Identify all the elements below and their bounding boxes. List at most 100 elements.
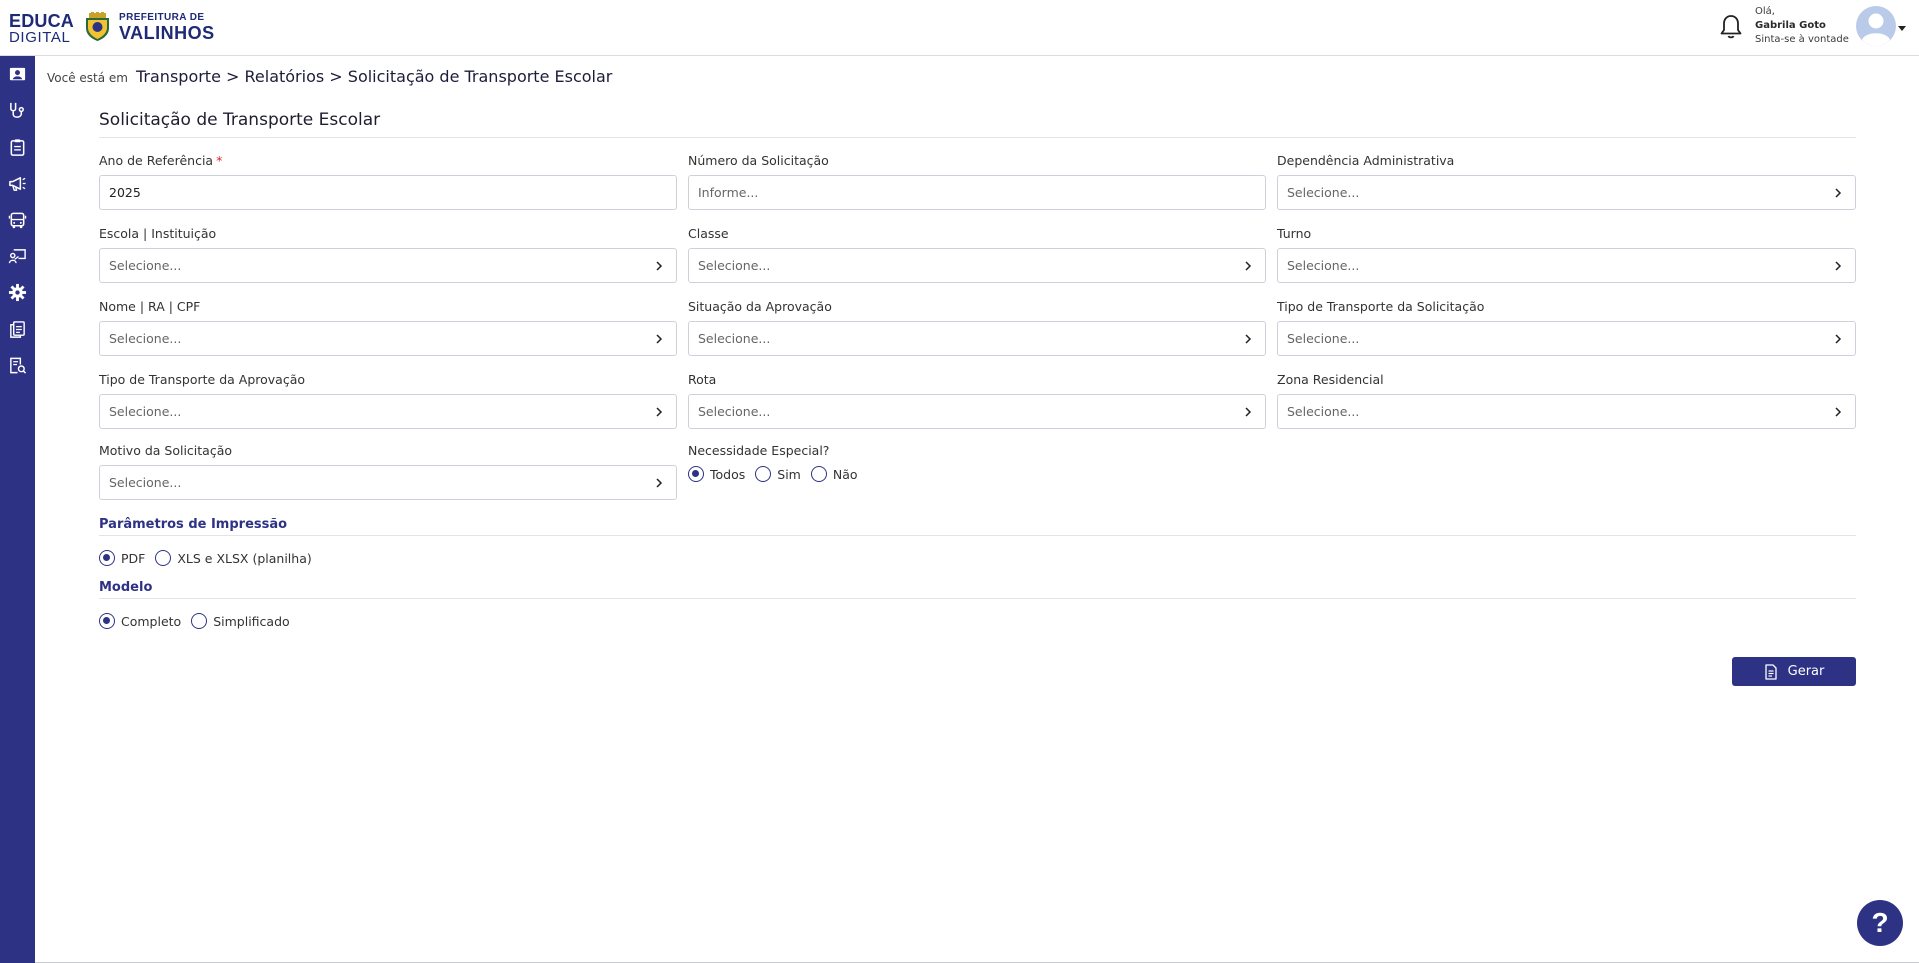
gear-icon[interactable]	[8, 283, 27, 302]
tipo-aprov-placeholder: Selecione...	[109, 404, 182, 419]
tipo-transporte-aprovacao-label: Tipo de Transporte da Aprovação	[99, 372, 305, 387]
chevron-right-icon	[1245, 261, 1252, 271]
gerar-button[interactable]: Gerar	[1732, 657, 1856, 686]
parametros-impressao-title: Parâmetros de Impressão	[99, 517, 288, 532]
documents-icon[interactable]	[8, 320, 27, 339]
modelo-radios: Completo Simplificado	[99, 613, 300, 629]
dependencia-label: Dependência Administrativa	[1277, 153, 1455, 168]
chevron-right-icon	[1835, 261, 1842, 271]
dependencia-placeholder: Selecione...	[1287, 185, 1360, 200]
radio-xls[interactable]: XLS e XLSX (planilha)	[155, 550, 312, 566]
stethoscope-icon[interactable]	[8, 101, 27, 120]
sidebar	[0, 56, 35, 963]
motivo-placeholder: Selecione...	[109, 475, 182, 490]
document-icon	[1764, 663, 1777, 680]
breadcrumb-prefix: Você está em	[47, 71, 128, 85]
avatar[interactable]	[1855, 5, 1897, 47]
radio-pdf-dot[interactable]	[99, 550, 115, 566]
logo-line-1: EDUCA	[9, 11, 75, 31]
modelo-title: Modelo	[99, 580, 153, 595]
turno-select[interactable]: Selecione...	[1277, 248, 1856, 283]
classe-select[interactable]: Selecione...	[688, 248, 1266, 283]
radio-completo-label: Completo	[121, 613, 182, 629]
chevron-right-icon	[656, 334, 663, 344]
situacao-aprovacao-select[interactable]: Selecione...	[688, 321, 1266, 356]
radio-todos-label: Todos	[710, 466, 746, 482]
nome-ra-cpf-label: Nome | RA | CPF	[99, 299, 201, 314]
radio-sim[interactable]: Sim	[755, 466, 801, 482]
rota-placeholder: Selecione...	[698, 404, 771, 419]
zona-residencial-select[interactable]: Selecione...	[1277, 394, 1856, 429]
tipo-transporte-solicitacao-label: Tipo de Transporte da Solicitação	[1277, 299, 1485, 314]
rota-label: Rota	[688, 372, 717, 387]
radio-nao-dot[interactable]	[810, 466, 827, 482]
turno-placeholder: Selecione...	[1287, 258, 1360, 273]
bell-icon[interactable]	[1719, 14, 1743, 40]
necessidade-especial-radios: Todos Sim Não	[688, 466, 868, 482]
numero-solicitacao-label: Número da Solicitação	[688, 153, 829, 168]
report-search-icon[interactable]	[8, 356, 27, 375]
classe-label: Classe	[688, 226, 729, 241]
bus-icon[interactable]	[8, 211, 27, 230]
title-divider	[99, 137, 1856, 138]
graduation-icon[interactable]	[8, 65, 27, 84]
situacao-aprovacao-label: Situação da Aprovação	[688, 299, 832, 314]
teacher-board-icon[interactable]	[8, 247, 27, 266]
radio-pdf[interactable]: PDF	[99, 550, 145, 566]
user-name: Gabrila Goto	[1755, 20, 1826, 31]
radio-nao[interactable]: Não	[810, 466, 858, 482]
required-marker: *	[216, 153, 223, 168]
pref-line-2: VALINHOS	[119, 23, 215, 43]
greeting-text: Olá,	[1755, 6, 1775, 17]
breadcrumb: Você está em Transporte > Relatórios > S…	[47, 67, 612, 87]
radio-simplificado[interactable]: Simplificado	[191, 613, 290, 629]
modelo-divider	[99, 598, 1856, 599]
radio-simplificado-label: Simplificado	[213, 613, 290, 629]
chevron-right-icon	[1245, 334, 1252, 344]
educa-digital-logo: EDUCA DIGITAL	[9, 12, 74, 45]
top-header: EDUCA DIGITAL PREFEITURA DE VALINHOS Olá…	[0, 0, 1919, 56]
tipo-solic-placeholder: Selecione...	[1287, 331, 1360, 346]
chevron-right-icon	[1835, 334, 1842, 344]
page-title: Solicitação de Transporte Escolar	[99, 110, 381, 130]
tipo-transporte-solicitacao-select[interactable]: Selecione...	[1277, 321, 1856, 356]
radio-completo[interactable]: Completo	[99, 613, 181, 629]
ano-referencia-label: Ano de Referência *	[99, 153, 223, 168]
dependencia-select[interactable]: Selecione...	[1277, 175, 1856, 210]
zona-residencial-label: Zona Residencial	[1277, 372, 1384, 387]
radio-xls-label: XLS e XLSX (planilha)	[177, 550, 312, 566]
radio-todos[interactable]: Todos	[688, 466, 745, 482]
tipo-transporte-aprovacao-select[interactable]: Selecione...	[99, 394, 677, 429]
numero-solicitacao-input[interactable]: Informe...	[688, 175, 1266, 210]
user-menu-caret-icon[interactable]	[1898, 26, 1906, 31]
breadcrumb-path[interactable]: Transporte > Relatórios > Solicitação de…	[136, 67, 612, 86]
city-crest-icon	[86, 12, 109, 41]
ano-referencia-input[interactable]: 2025	[99, 175, 677, 210]
chevron-right-icon	[656, 478, 663, 488]
clipboard-icon[interactable]	[8, 138, 27, 157]
logo-line-2: DIGITAL	[9, 29, 71, 46]
radio-nao-label: Não	[832, 466, 858, 482]
chevron-right-icon	[1835, 407, 1842, 417]
radio-pdf-label: PDF	[121, 550, 146, 566]
radio-sim-dot[interactable]	[755, 466, 772, 482]
radio-completo-dot[interactable]	[99, 613, 115, 629]
motivo-solicitacao-select[interactable]: Selecione...	[99, 465, 677, 500]
necessidade-especial-label: Necessidade Especial?	[688, 443, 830, 458]
rota-select[interactable]: Selecione...	[688, 394, 1266, 429]
radio-todos-dot[interactable]	[688, 466, 704, 482]
escola-placeholder: Selecione...	[109, 258, 182, 273]
help-question-icon: ?	[1871, 907, 1889, 938]
classe-placeholder: Selecione...	[698, 258, 771, 273]
nome-placeholder: Selecione...	[109, 331, 182, 346]
user-greeting: Olá, Gabrila Goto Sinta-se à vontade	[1755, 5, 1849, 47]
formato-impressao-radios: PDF XLS e XLSX (planilha)	[99, 550, 322, 566]
radio-sim-label: Sim	[777, 466, 801, 482]
help-button[interactable]: ?	[1857, 900, 1903, 946]
radio-simplificado-dot[interactable]	[191, 613, 208, 629]
radio-xls-dot[interactable]	[155, 550, 172, 566]
escola-select[interactable]: Selecione...	[99, 248, 677, 283]
impressao-divider	[99, 535, 1856, 536]
nome-ra-cpf-select[interactable]: Selecione...	[99, 321, 677, 356]
megaphone-icon[interactable]	[8, 174, 27, 193]
